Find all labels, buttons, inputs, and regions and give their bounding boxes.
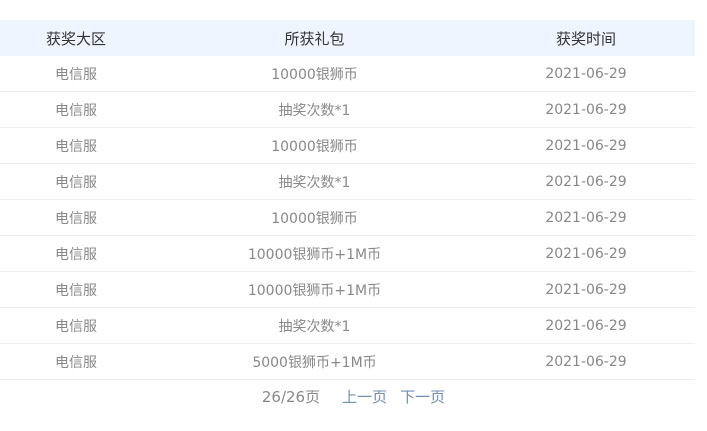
prev-page-link[interactable]: 上一页	[342, 386, 387, 407]
table-row: 电信服 抽奖次数*1 2021-06-29	[0, 92, 695, 128]
table-row: 电信服 10000银狮币+1M币 2021-06-29	[0, 272, 695, 308]
table-row: 电信服 10000银狮币 2021-06-29	[0, 128, 695, 164]
cell-region: 电信服	[55, 210, 97, 227]
cell-prize: 抽奖次数*1	[278, 102, 351, 119]
cell-prize: 10000银狮币+1M币	[247, 246, 382, 263]
cell-time: 2021-06-29	[545, 317, 627, 334]
cell-time: 2021-06-29	[545, 137, 627, 154]
cell-region: 电信服	[55, 102, 97, 119]
header-time: 获奖时间	[555, 29, 616, 48]
cell-region: 电信服	[55, 318, 97, 335]
cell-prize: 5000银狮币+1M币	[252, 354, 377, 371]
cell-prize: 10000银狮币	[271, 138, 358, 155]
cell-prize: 抽奖次数*1	[278, 174, 351, 191]
pagination: 26/26页 上一页 下一页	[0, 385, 695, 407]
cell-region: 电信服	[55, 354, 97, 371]
header-region: 获奖大区	[45, 29, 106, 48]
table-header: 获奖大区 所获礼包 获奖时间	[0, 20, 695, 56]
cell-prize: 10000银狮币	[271, 210, 358, 227]
page-indicator: 26/26页	[261, 387, 321, 406]
table-row: 电信服 抽奖次数*1 2021-06-29	[0, 164, 695, 200]
table-row: 电信服 10000银狮币 2021-06-29	[0, 200, 695, 236]
cell-region: 电信服	[55, 138, 97, 155]
cell-region: 电信服	[55, 246, 97, 263]
prize-records-table: 获奖大区 所获礼包 获奖时间 电信服 10000银狮币 2021-06-29 电…	[0, 20, 695, 380]
table-row: 电信服 10000银狮币+1M币 2021-06-29	[0, 236, 695, 272]
table-row: 电信服 10000银狮币 2021-06-29	[0, 56, 695, 92]
cell-time: 2021-06-29	[545, 209, 627, 226]
cell-time: 2021-06-29	[545, 173, 627, 190]
cell-prize: 10000银狮币	[271, 66, 358, 83]
cell-region: 电信服	[55, 66, 97, 83]
cell-time: 2021-06-29	[545, 101, 627, 118]
cell-prize: 10000银狮币+1M币	[247, 282, 382, 299]
cell-time: 2021-06-29	[545, 353, 627, 370]
cell-region: 电信服	[55, 174, 97, 191]
cell-prize: 抽奖次数*1	[278, 318, 351, 335]
table-row: 电信服 5000银狮币+1M币 2021-06-29	[0, 344, 695, 380]
table-row: 电信服 抽奖次数*1 2021-06-29	[0, 308, 695, 344]
cell-time: 2021-06-29	[545, 65, 627, 82]
next-page-link[interactable]: 下一页	[400, 386, 445, 407]
cell-time: 2021-06-29	[545, 281, 627, 298]
cell-region: 电信服	[55, 282, 97, 299]
cell-time: 2021-06-29	[545, 245, 627, 262]
header-prize: 所获礼包	[284, 29, 345, 48]
